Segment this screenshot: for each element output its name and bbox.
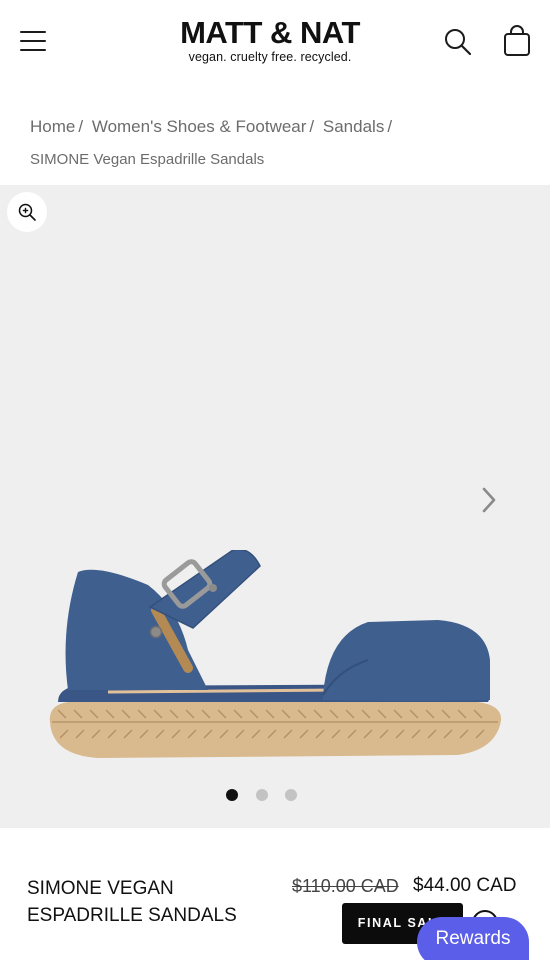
product-info: SIMONE VEGAN ESPADRILLE SANDALS $110.00 …	[0, 828, 550, 960]
breadcrumb-sandals[interactable]: Sandals	[323, 117, 384, 136]
shopping-bag-icon[interactable]	[502, 25, 532, 57]
rewards-button[interactable]: Rewards	[417, 917, 529, 960]
breadcrumb-separator: /	[78, 117, 84, 136]
site-header: MATT & NAT vegan. cruelty free. recycled…	[0, 0, 550, 84]
breadcrumb-separator: /	[309, 117, 315, 136]
gallery-dot-2[interactable]	[256, 789, 268, 801]
product-title: SIMONE VEGAN ESPADRILLE SANDALS	[27, 878, 237, 926]
original-price: $110.00 CAD	[292, 876, 399, 896]
hamburger-menu-icon[interactable]	[20, 28, 46, 54]
chevron-right-icon[interactable]	[478, 485, 500, 515]
brand-logo[interactable]: MATT & NAT vegan. cruelty free. recycled…	[150, 15, 390, 65]
gallery-pagination	[226, 789, 306, 801]
sandal-product-image	[49, 550, 502, 758]
sale-price: $44.00 CAD	[413, 875, 517, 896]
brand-tagline: vegan. cruelty free. recycled.	[188, 50, 352, 64]
search-icon[interactable]	[443, 27, 473, 57]
breadcrumb-home[interactable]: Home	[30, 117, 75, 136]
breadcrumb-womens-shoes[interactable]: Women's Shoes & Footwear	[92, 117, 307, 136]
breadcrumb-current: SIMONE Vegan Espadrille Sandals	[30, 151, 265, 168]
product-gallery[interactable]	[0, 185, 550, 828]
gallery-dot-1[interactable]	[226, 789, 238, 801]
zoom-in-icon[interactable]	[7, 192, 47, 232]
breadcrumb: Home / Women's Shoes & Footwear / Sandals /…	[30, 110, 530, 176]
gallery-dot-3[interactable]	[285, 789, 297, 801]
breadcrumb-separator: /	[387, 117, 393, 136]
brand-name: MATT & NAT	[180, 15, 360, 50]
